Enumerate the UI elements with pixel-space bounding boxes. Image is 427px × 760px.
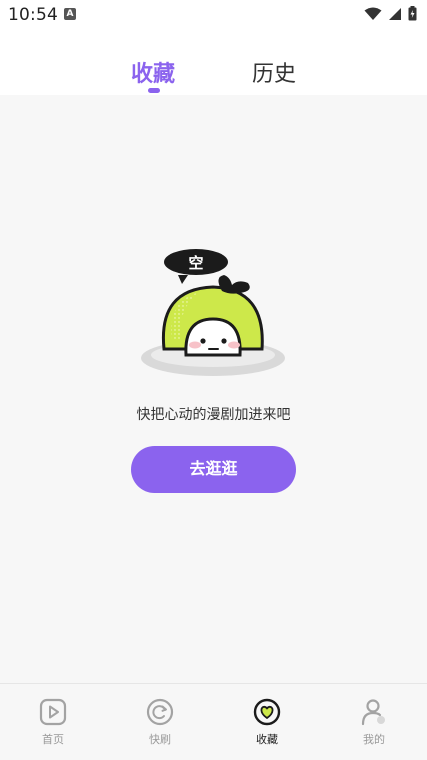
empty-state: 空 快把心动的漫剧加进来吧 去逛逛 bbox=[0, 95, 427, 683]
bottom-nav: 首页 快刷 收藏 我的 bbox=[0, 683, 427, 760]
browse-button[interactable]: 去逛逛 bbox=[131, 446, 296, 493]
tab-favorites[interactable]: 收藏 bbox=[131, 56, 175, 88]
status-icons bbox=[364, 6, 417, 21]
tab-history[interactable]: 历史 bbox=[252, 56, 296, 88]
heart-circle-icon bbox=[253, 698, 281, 726]
status-a-icon: A bbox=[64, 8, 76, 20]
active-tab-indicator bbox=[148, 88, 160, 93]
user-icon bbox=[361, 699, 385, 726]
empty-message: 快把心动的漫剧加进来吧 bbox=[136, 407, 291, 423]
signal-icon bbox=[389, 7, 401, 20]
play-square-icon bbox=[39, 698, 67, 726]
nav-item-quick-swipe[interactable]: 快刷 bbox=[130, 698, 190, 747]
battery-icon bbox=[408, 6, 417, 21]
status-time: 10:54 bbox=[8, 5, 58, 25]
nav-label-quick-swipe: 快刷 bbox=[149, 733, 171, 746]
bubble-text: 空 bbox=[188, 254, 203, 272]
refresh-circle-icon bbox=[146, 698, 174, 726]
nav-item-home[interactable]: 首页 bbox=[23, 698, 83, 747]
status-bar: 10:54 A bbox=[0, 0, 427, 30]
empty-mascot-illustration: 空 bbox=[141, 249, 285, 376]
nav-label-profile: 我的 bbox=[363, 733, 385, 746]
wifi-icon bbox=[364, 7, 382, 20]
nav-label-favorites: 收藏 bbox=[256, 733, 278, 746]
nav-label-home: 首页 bbox=[42, 733, 64, 746]
nav-item-profile[interactable]: 我的 bbox=[344, 698, 404, 747]
nav-item-favorites[interactable]: 收藏 bbox=[237, 698, 297, 747]
header: 收藏 历史 bbox=[0, 30, 427, 95]
